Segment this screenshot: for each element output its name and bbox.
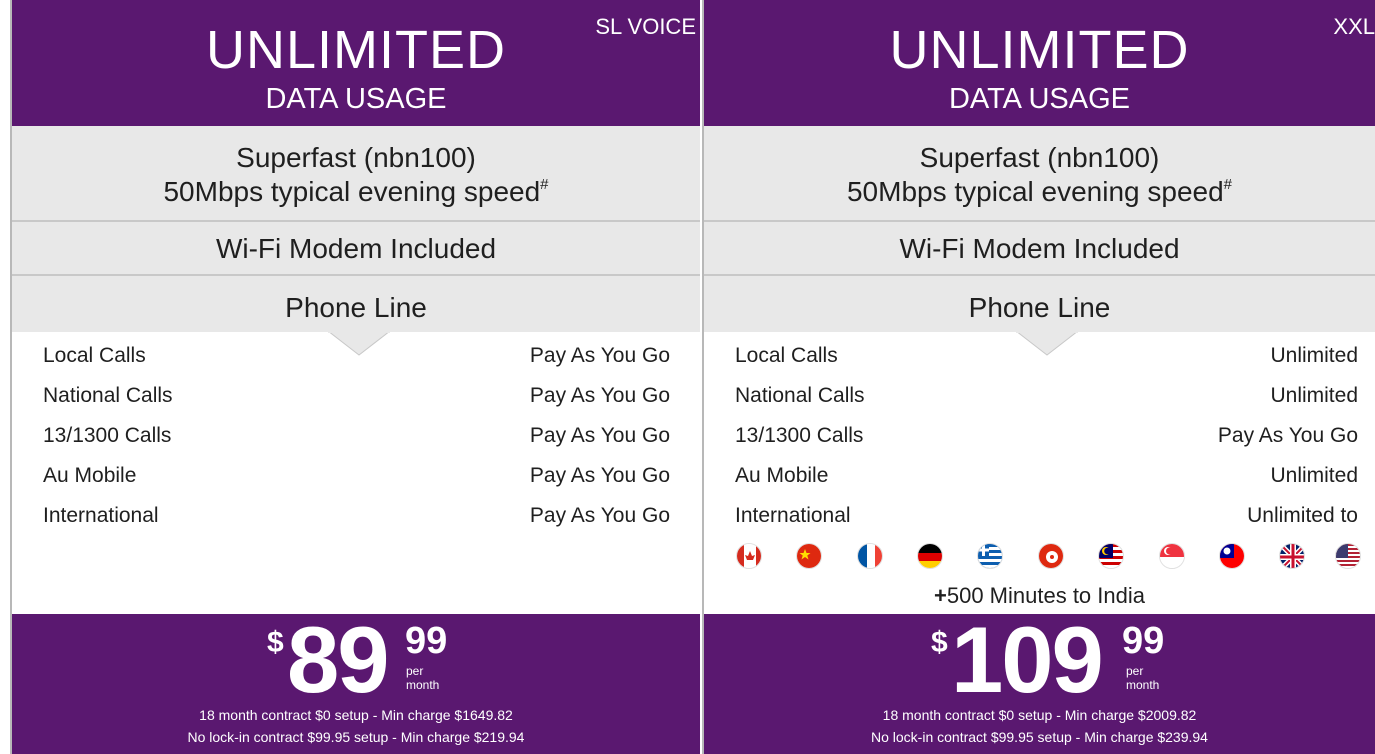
call-row: National Calls Pay As You Go xyxy=(12,376,700,416)
call-name: Local Calls xyxy=(735,344,838,367)
call-value: Pay As You Go xyxy=(529,464,670,487)
call-value: Pay As You Go xyxy=(529,424,670,447)
call-row: Local Calls Unlimited xyxy=(704,336,1375,376)
call-value: Pay As You Go xyxy=(529,344,670,367)
call-name: International xyxy=(43,504,159,527)
international-flags xyxy=(736,543,1361,571)
calls-list: Local Calls Unlimited National Calls Unlim… xyxy=(704,336,1375,536)
india-plus: + xyxy=(934,583,947,608)
price-panel: $ 89 99 per month 18 month contract $0 s… xyxy=(12,607,700,754)
price-whole: 89 xyxy=(287,607,390,712)
speed-evening-text: 50Mbps typical evening speed xyxy=(846,176,1224,207)
call-value: Pay As You Go xyxy=(529,384,670,407)
modem-label: Wi-Fi Modem Included xyxy=(899,233,1180,264)
call-name: National Calls xyxy=(43,384,173,407)
plan-subheadline: DATA USAGE xyxy=(265,83,447,115)
modem-label: Wi-Fi Modem Included xyxy=(215,233,497,264)
speed-evening: 50Mbps typical evening speed# xyxy=(704,176,1375,208)
call-row: Au Mobile Pay As You Go xyxy=(12,456,700,496)
plan-comparison: UNLIMITED DATA USAGE SL VOICE Superfast … xyxy=(0,0,1375,754)
france-flag-icon xyxy=(857,543,883,569)
call-name: Au Mobile xyxy=(43,464,137,487)
plan-header: UNLIMITED DATA USAGE XXL xyxy=(704,0,1375,126)
call-name: 13/1300 Calls xyxy=(735,424,864,447)
price-cents: 99 xyxy=(405,620,448,662)
plan-headline: UNLIMITED xyxy=(889,20,1190,80)
plan-subheadline: DATA USAGE xyxy=(948,83,1131,115)
plan-card-sl-voice[interactable]: UNLIMITED DATA USAGE SL VOICE Superfast … xyxy=(10,0,700,754)
contract-term-no-lock-in: No lock-in contract $99.95 setup - Min c… xyxy=(187,729,525,745)
speed-footnote-mark: # xyxy=(540,176,549,193)
hong-kong-flag-icon xyxy=(1038,543,1064,569)
contract-term-18-month: 18 month contract $0 setup - Min charge … xyxy=(199,707,513,723)
contract-term-no-lock-in: No lock-in contract $99.95 setup - Min c… xyxy=(871,729,1208,745)
speed-tier: Superfast (nbn100) xyxy=(919,142,1160,173)
call-row: Local Calls Pay As You Go xyxy=(12,336,700,376)
speed-tier: Superfast (nbn100) xyxy=(236,142,476,173)
call-name: National Calls xyxy=(735,384,865,407)
singapore-flag-icon xyxy=(1159,543,1185,569)
call-row: National Calls Unlimited xyxy=(704,376,1375,416)
speed-evening: 50Mbps typical evening speed# xyxy=(12,176,700,208)
plan-header: UNLIMITED DATA USAGE SL VOICE xyxy=(12,0,700,126)
call-value: Pay As You Go xyxy=(1217,424,1358,447)
phone-line-label: Phone Line xyxy=(285,292,427,323)
price-currency: $ xyxy=(267,626,284,659)
price-panel: $ 109 99 per month 18 month contract $0 … xyxy=(704,607,1375,754)
speed-evening-text: 50Mbps typical evening speed xyxy=(163,176,541,207)
usa-flag-icon xyxy=(1335,543,1361,569)
call-value: Unlimited xyxy=(1270,464,1358,487)
price-currency: $ xyxy=(931,626,948,659)
greece-flag-icon xyxy=(977,543,1003,569)
contract-terms: 18 month contract $0 setup - Min charge … xyxy=(12,704,700,748)
call-value: Unlimited xyxy=(1270,384,1358,407)
uk-flag-icon xyxy=(1279,543,1305,569)
call-row: Au Mobile Unlimited xyxy=(704,456,1375,496)
plan-tag: XXL xyxy=(1333,14,1375,39)
calls-list: Local Calls Pay As You Go National Calls P… xyxy=(12,336,700,536)
call-name: Au Mobile xyxy=(735,464,829,487)
call-name: 13/1300 Calls xyxy=(43,424,172,447)
plan-tag: SL VOICE xyxy=(595,14,696,39)
speed-band: Superfast (nbn100) 50Mbps typical evenin… xyxy=(12,126,700,222)
phone-line-label: Phone Line xyxy=(968,292,1111,323)
taiwan-flag-icon xyxy=(1219,543,1245,569)
call-value: Unlimited to xyxy=(1247,504,1358,527)
call-name: International xyxy=(735,504,851,527)
plan-card-xxl[interactable]: UNLIMITED DATA USAGE XXL Superfast (nbn1… xyxy=(702,0,1375,754)
china-flag-icon xyxy=(796,543,822,569)
price-cents: 99 xyxy=(1122,620,1165,662)
call-row: 13/1300 Calls Pay As You Go xyxy=(12,416,700,456)
call-value: Pay As You Go xyxy=(529,504,670,527)
contract-terms: 18 month contract $0 setup - Min charge … xyxy=(704,704,1375,748)
call-row: International Unlimited to xyxy=(704,496,1375,536)
phone-line-band: Phone Line xyxy=(704,276,1375,332)
modem-band: Wi-Fi Modem Included xyxy=(12,222,700,276)
india-minutes-text: 500 Minutes to India xyxy=(946,583,1145,608)
contract-term-18-month: 18 month contract $0 setup - Min charge … xyxy=(882,707,1197,723)
price-period: per month xyxy=(406,664,440,692)
modem-band: Wi-Fi Modem Included xyxy=(704,222,1375,276)
call-value: Unlimited xyxy=(1270,344,1358,367)
germany-flag-icon xyxy=(917,543,943,569)
speed-band: Superfast (nbn100) 50Mbps typical evenin… xyxy=(704,126,1375,222)
call-row: 13/1300 Calls Pay As You Go xyxy=(704,416,1375,456)
phone-line-band: Phone Line xyxy=(12,276,700,332)
speed-footnote-mark: # xyxy=(1223,176,1233,193)
price-whole: 109 xyxy=(951,607,1104,712)
call-row: International Pay As You Go xyxy=(12,496,700,536)
canada-flag-icon xyxy=(736,543,762,569)
price-period: per month xyxy=(1126,664,1160,692)
call-name: Local Calls xyxy=(43,344,146,367)
malaysia-flag-icon xyxy=(1098,543,1124,569)
